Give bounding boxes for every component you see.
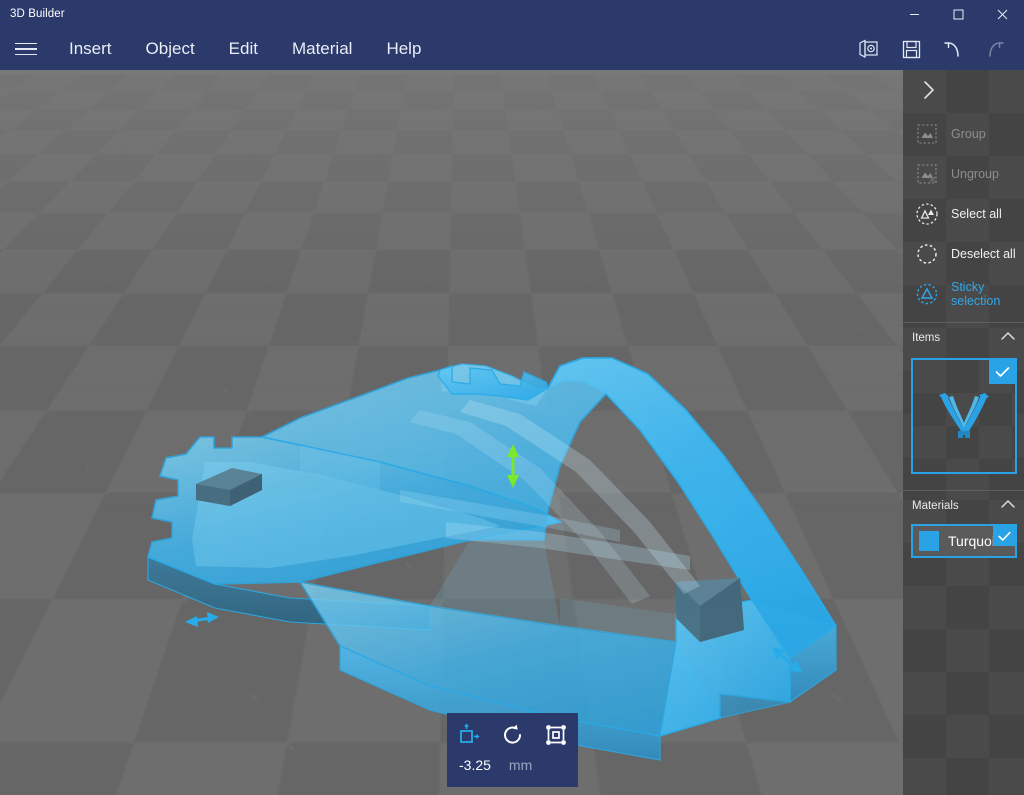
minimize-button[interactable] (892, 0, 936, 28)
items-list (903, 352, 1024, 482)
chevron-up-icon[interactable] (1000, 331, 1016, 344)
menu-bar: Insert Object Edit Material Help (0, 28, 1024, 70)
title-bar: 3D Builder (0, 0, 1024, 28)
material-selected-check (993, 526, 1015, 546)
track-switch-thumbnail-graphic (927, 385, 1001, 447)
item-thumbnail-track-switch[interactable] (911, 358, 1017, 474)
sidebar-item-ungroup[interactable]: Ungroup (903, 154, 1024, 194)
menu-item-material[interactable]: Material (275, 28, 369, 70)
materials-section-title: Materials (912, 500, 959, 512)
save-icon[interactable] (890, 28, 932, 70)
camera-icon[interactable] (848, 28, 890, 70)
transform-tool-buttons (447, 713, 578, 757)
sidebar-item-label: Group (951, 127, 986, 141)
model-container (0, 70, 903, 795)
select-all-icon (913, 200, 941, 228)
deselect-all-icon (913, 240, 941, 268)
menu-item-insert[interactable]: Insert (52, 28, 129, 70)
menu-item-object[interactable]: Object (129, 28, 212, 70)
transform-unit: mm (509, 757, 532, 773)
material-color-swatch (919, 531, 939, 551)
app-window: 3D Builder Insert Object Edit Material H… (0, 0, 1024, 795)
hamburger-menu-icon[interactable] (0, 28, 52, 70)
chevron-right-icon (921, 79, 937, 106)
sticky-selection-icon (913, 280, 941, 308)
3d-viewport[interactable] (0, 70, 903, 795)
transform-value-row: -3.25 mm (447, 757, 578, 773)
sidebar-collapse-button[interactable] (903, 70, 1024, 114)
sidebar-item-group[interactable]: Group (903, 114, 1024, 154)
toolbar-actions (848, 28, 1024, 70)
scale-tool-button[interactable] (534, 713, 578, 757)
chevron-up-icon[interactable] (1000, 499, 1016, 512)
sidebar-item-label: Sticky selection (951, 280, 1024, 308)
menu-item-help[interactable]: Help (369, 28, 438, 70)
item-selected-check (989, 360, 1015, 384)
items-section-header[interactable]: Items (903, 322, 1024, 352)
transform-value: -3.25 (459, 757, 491, 773)
sidebar-item-label: Ungroup (951, 167, 999, 181)
sidebar-item-deselect-all[interactable]: Deselect all (903, 234, 1024, 274)
maximize-button[interactable] (936, 0, 980, 28)
ungroup-icon (913, 160, 941, 188)
window-controls (892, 0, 1024, 28)
group-icon (913, 120, 941, 148)
sidebar-item-label: Deselect all (951, 247, 1016, 261)
sidebar-item-sticky-selection[interactable]: Sticky selection (903, 274, 1024, 314)
rotate-tool-button[interactable] (491, 713, 535, 757)
materials-section-header[interactable]: Materials (903, 490, 1024, 520)
move-tool-button[interactable] (447, 713, 491, 757)
gizmo-horizontal-arrow-left (185, 612, 219, 627)
sidebar-item-select-all[interactable]: Select all (903, 194, 1024, 234)
app-title: 3D Builder (10, 8, 65, 20)
transform-toolbar: -3.25 mm (447, 713, 578, 787)
right-sidebar: Group Ungroup Select all (903, 70, 1024, 795)
items-section-title: Items (912, 332, 940, 344)
sidebar-item-label: Select all (951, 207, 1002, 221)
redo-icon[interactable] (974, 28, 1016, 70)
materials-list: Turquoise (903, 520, 1024, 566)
material-row-turquoise[interactable]: Turquoise (911, 524, 1017, 558)
undo-icon[interactable] (932, 28, 974, 70)
menu-item-edit[interactable]: Edit (212, 28, 275, 70)
close-button[interactable] (980, 0, 1024, 28)
